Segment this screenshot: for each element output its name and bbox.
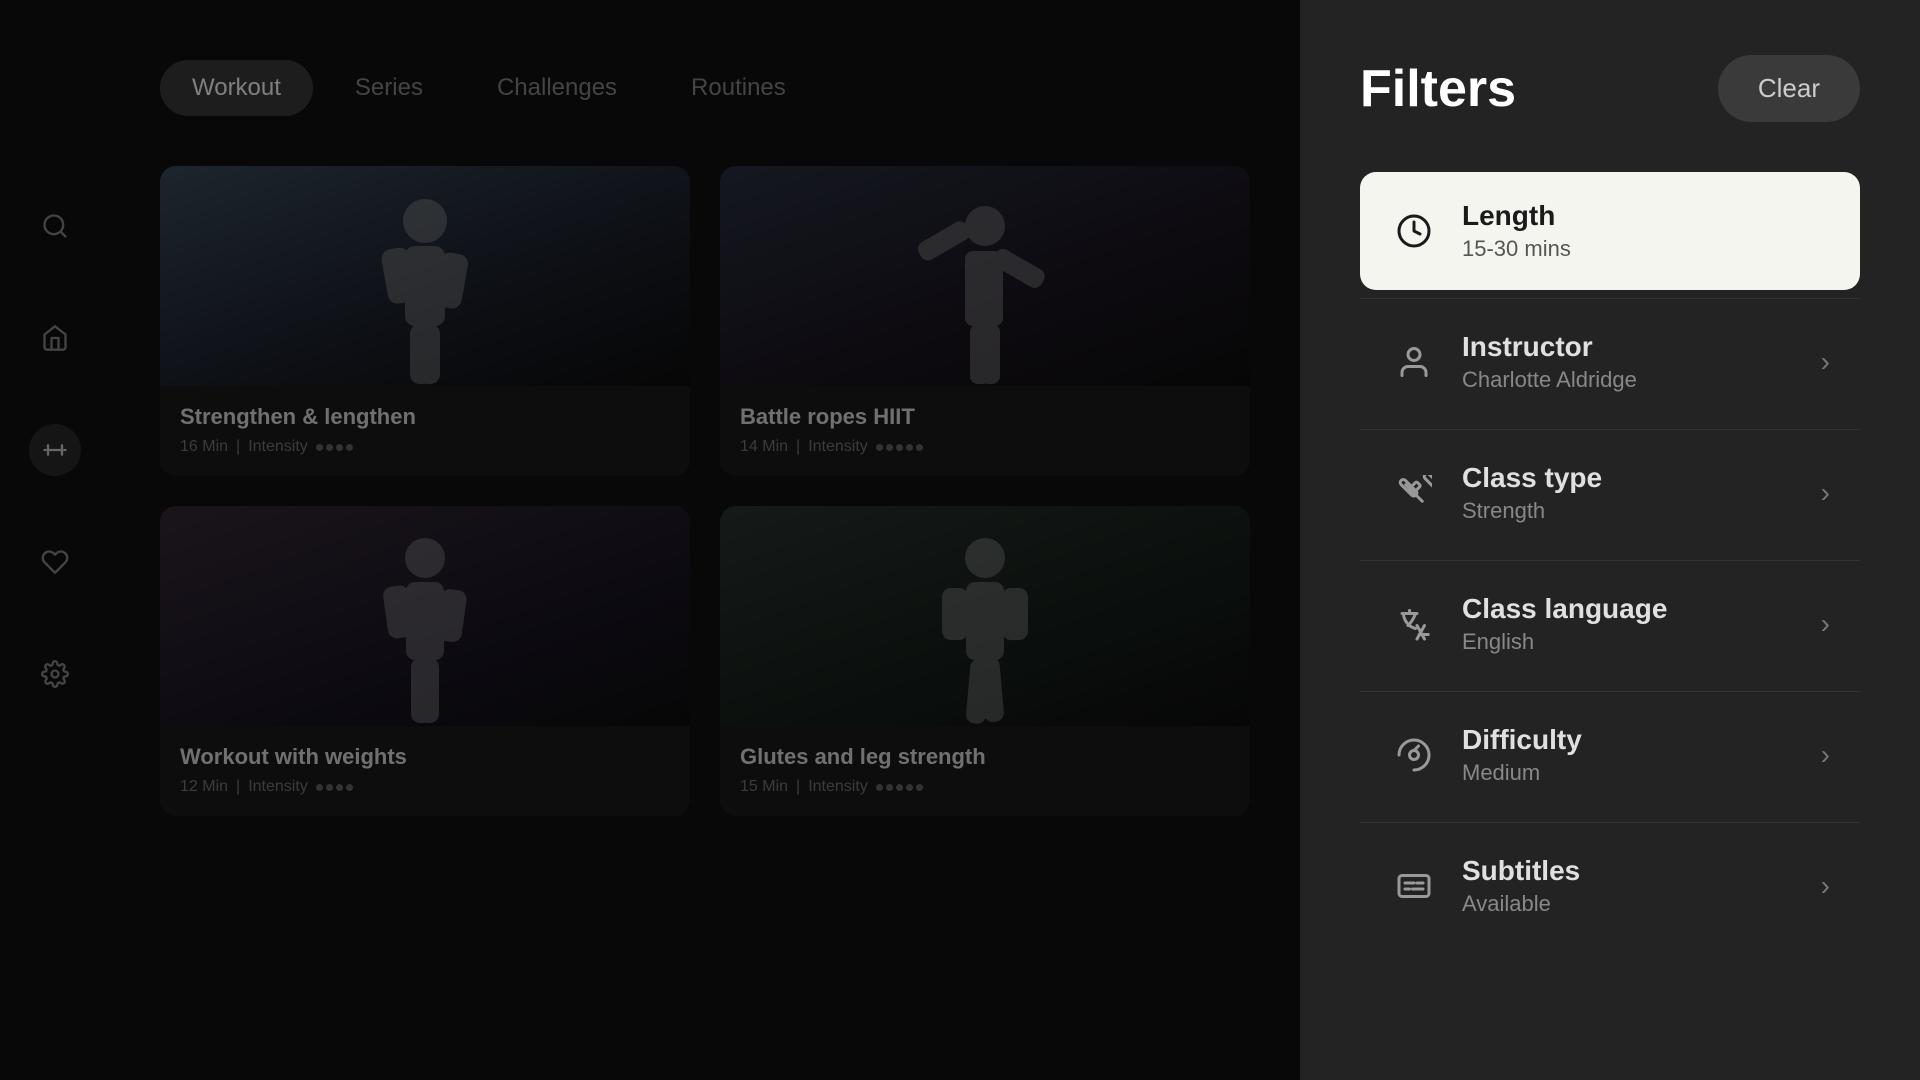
clear-button[interactable]: Clear xyxy=(1718,55,1860,122)
filter-classtype-title: Class type xyxy=(1462,462,1811,494)
overlay xyxy=(0,0,1300,1080)
filter-subtitles-text: Subtitles Available xyxy=(1462,855,1811,917)
chevron-right-icon: › xyxy=(1821,477,1830,509)
filter-item-classtype[interactable]: Class type Strength › xyxy=(1360,434,1860,552)
filter-instructor-title: Instructor xyxy=(1462,331,1811,363)
language-icon xyxy=(1390,600,1438,648)
chevron-right-icon: › xyxy=(1821,608,1830,640)
chevron-right-icon: › xyxy=(1821,870,1830,902)
filter-item-instructor[interactable]: Instructor Charlotte Aldridge › xyxy=(1360,303,1860,421)
divider xyxy=(1360,560,1860,561)
filter-item-language[interactable]: Class language English › xyxy=(1360,565,1860,683)
filter-length-title: Length xyxy=(1462,200,1830,232)
filter-length-sub: 15-30 mins xyxy=(1462,236,1830,262)
gauge-icon xyxy=(1390,731,1438,779)
divider xyxy=(1360,691,1860,692)
divider xyxy=(1360,298,1860,299)
filter-instructor-sub: Charlotte Aldridge xyxy=(1462,367,1811,393)
filter-item-subtitles[interactable]: Subtitles Available › xyxy=(1360,827,1860,945)
filter-difficulty-title: Difficulty xyxy=(1462,724,1811,756)
filter-item-length[interactable]: Length 15-30 mins xyxy=(1360,172,1860,290)
filter-header: Filters Clear xyxy=(1360,55,1860,122)
filter-classtype-text: Class type Strength xyxy=(1462,462,1811,524)
subtitles-icon xyxy=(1390,862,1438,910)
filter-length-text: Length 15-30 mins xyxy=(1462,200,1830,262)
person-icon xyxy=(1390,338,1438,386)
filter-item-difficulty[interactable]: Difficulty Medium › xyxy=(1360,696,1860,814)
filter-subtitles-title: Subtitles xyxy=(1462,855,1811,887)
clock-icon xyxy=(1390,207,1438,255)
filter-difficulty-sub: Medium xyxy=(1462,760,1811,786)
filter-language-title: Class language xyxy=(1462,593,1811,625)
filter-subtitles-sub: Available xyxy=(1462,891,1811,917)
filter-language-sub: English xyxy=(1462,629,1811,655)
dumbbell-icon xyxy=(1390,469,1438,517)
divider xyxy=(1360,822,1860,823)
chevron-right-icon: › xyxy=(1821,346,1830,378)
filter-language-text: Class language English xyxy=(1462,593,1811,655)
filter-instructor-text: Instructor Charlotte Aldridge xyxy=(1462,331,1811,393)
filter-panel: Filters Clear Length 15-30 mins Instruct… xyxy=(1300,0,1920,1080)
filter-classtype-sub: Strength xyxy=(1462,498,1811,524)
filter-difficulty-text: Difficulty Medium xyxy=(1462,724,1811,786)
filter-title: Filters xyxy=(1360,59,1516,119)
chevron-right-icon: › xyxy=(1821,739,1830,771)
divider xyxy=(1360,429,1860,430)
